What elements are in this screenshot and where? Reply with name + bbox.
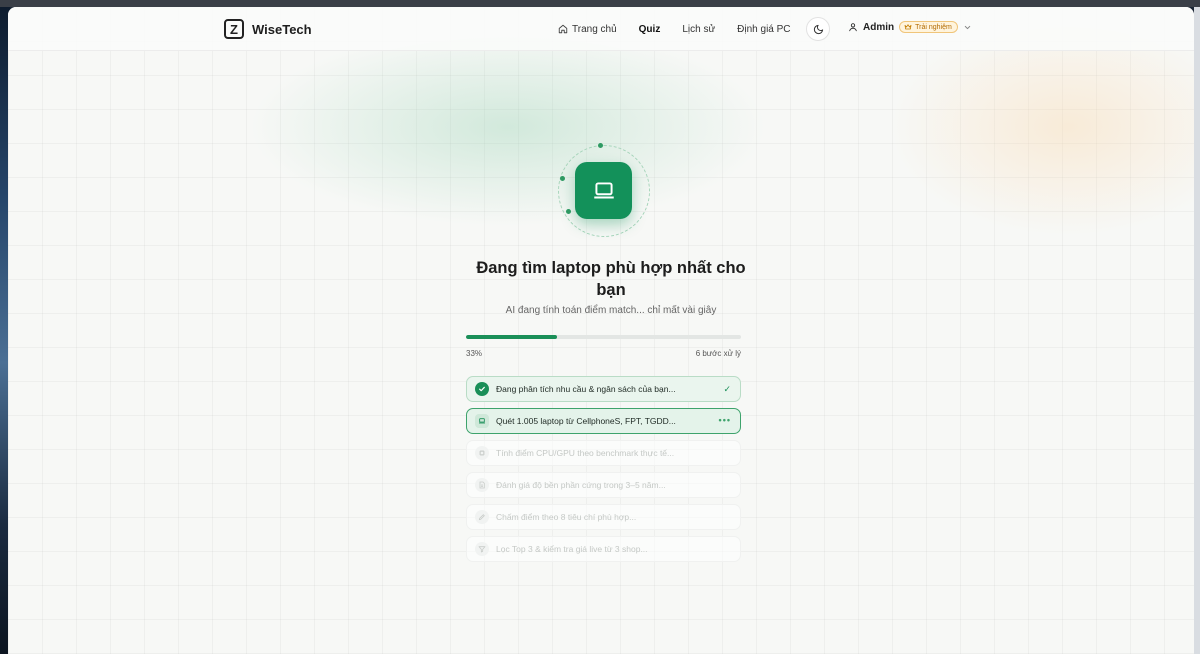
step-label: Quét 1.005 laptop từ CellphoneS, FPT, TG… [496,416,676,426]
home-icon [558,24,568,34]
step-analyze-needs: Đang phân tích nhu cầu & ngân sách của b… [466,376,741,402]
main-nav: Trang chủ Quiz Lịch sử Định giá PC [558,7,813,51]
progress-bar [466,335,741,339]
plan-badge: Trải nghiệm [899,21,958,33]
plan-badge-label: Trải nghiệm [915,23,952,31]
brand-logo-icon: Z [224,19,244,39]
brand-name: WiseTech [252,21,312,37]
step-done-check-icon: ✓ [723,384,731,394]
loading-subtitle: AI đang tính toán điểm match... chỉ mất … [505,305,717,316]
user-menu[interactable]: Admin Trải nghiệm [848,21,972,33]
step-label: Đang phân tích nhu cầu & ngân sách của b… [496,384,676,394]
step-label: Chấm điểm theo 8 tiêu chí phù hợp... [496,512,637,522]
nav-item-label: Quiz [638,23,661,35]
chip-icon [475,446,489,460]
step-durability: Đánh giá độ bền phần cứng trong 3–5 năm.… [466,472,741,498]
user-name: Admin [863,21,895,33]
top-navbar: Z WiseTech Trang chủ Quiz Lịch sử Định g… [8,7,1194,51]
brand-logo-link[interactable]: Z WiseTech [224,19,312,39]
nav-item-label: Lịch sử [682,23,716,35]
progress-fill [466,335,557,339]
orbit-dot [566,209,571,214]
filter-icon [475,542,489,556]
step-label: Lọc Top 3 & kiểm tra giá live từ 3 shop.… [496,544,648,554]
nav-item-home[interactable]: Trang chủ [558,24,617,35]
progress-percent: 33% [466,349,483,358]
nav-item-pc-pricing[interactable]: Định giá PC [737,24,790,35]
step-benchmark-score: Tính điểm CPU/GPU theo benchmark thực tế… [466,440,741,466]
processing-steps: Đang phân tích nhu cầu & ngân sách của b… [466,376,741,568]
orbit-dot [560,176,565,181]
step-filter-top3: Lọc Top 3 & kiểm tra giá live từ 3 shop.… [466,536,741,562]
step-label: Tính điểm CPU/GPU theo benchmark thực tế… [496,448,675,458]
laptop-icon [475,414,489,428]
user-icon [849,23,857,32]
desktop-edge [1194,7,1200,654]
pen-icon [475,510,489,524]
loading-animation [558,143,650,237]
orbit-dot [598,143,603,148]
nav-item-label: Trang chủ [572,23,617,35]
moon-icon [813,24,823,34]
crown-icon [904,24,912,30]
browser-window: Z WiseTech Trang chủ Quiz Lịch sử Định g… [8,7,1194,654]
laptop-tile [575,162,632,219]
laptop-icon [593,181,614,198]
step-criteria-score: Chấm điểm theo 8 tiêu chí phù hợp... [466,504,741,530]
nav-item-quiz[interactable]: Quiz [639,24,661,35]
nav-item-label: Định giá PC [737,23,791,35]
loading-dots-icon: ••• [718,415,731,425]
theme-toggle-button[interactable] [806,17,830,41]
nav-item-history[interactable]: Lịch sử [682,24,715,35]
step-label: Đánh giá độ bền phần cứng trong 3–5 năm.… [496,480,666,490]
chevron-down-icon [964,25,971,29]
document-icon [475,478,489,492]
step-scan-laptops: Quét 1.005 laptop từ CellphoneS, FPT, TG… [466,408,741,434]
loading-title: Đang tìm laptop phù hợp nhất cho bạn [476,259,746,299]
check-icon [475,382,489,396]
os-top-bar [0,0,1200,7]
progress-step-count: 6 bước xử lý [695,349,741,358]
